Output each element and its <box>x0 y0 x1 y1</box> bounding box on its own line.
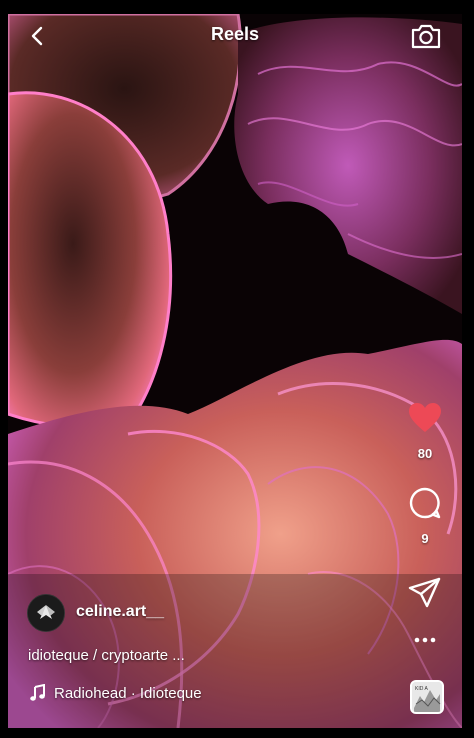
heart-icon[interactable] <box>408 402 442 434</box>
comment-icon[interactable] <box>409 487 441 519</box>
paper-plane-icon[interactable] <box>408 577 442 609</box>
album-thumb-text: KID A <box>415 686 428 692</box>
page-title: Reels <box>210 24 260 44</box>
comment-count: 9 <box>421 531 429 546</box>
camera-icon[interactable] <box>410 22 442 50</box>
album-art: KID A <box>412 682 442 712</box>
music-note-icon <box>30 684 45 701</box>
album-thumbnail[interactable]: KID A <box>410 680 444 714</box>
like-count: 80 <box>417 446 433 461</box>
username[interactable]: celine.art__ <box>76 603 164 621</box>
reel-screen: Reels 80 9 KID A celine.art__ idioteque … <box>8 14 462 728</box>
avatar-image <box>28 595 64 631</box>
more-dots-icon[interactable] <box>413 636 437 644</box>
post-caption[interactable]: idioteque / cryptoarte ... <box>28 647 185 664</box>
music-track[interactable]: Radiohead · Idioteque <box>54 685 202 702</box>
avatar[interactable] <box>27 594 65 632</box>
